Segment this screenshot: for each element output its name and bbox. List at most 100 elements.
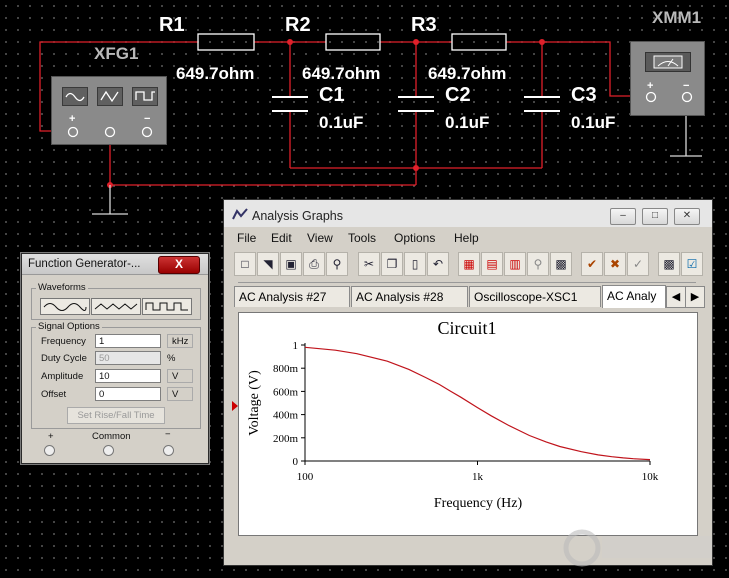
menu-bar: File Edit View Tools Options Help — [224, 228, 712, 248]
y-tick-label: 200m — [273, 433, 299, 445]
menu-edit[interactable]: Edit — [271, 231, 292, 245]
close-window-button[interactable]: ✕ — [674, 208, 700, 225]
undo-icon[interactable]: ↶ — [427, 252, 449, 276]
tab-scroll-right-icon[interactable]: ▶ — [685, 286, 705, 308]
frequency-input[interactable]: 1 — [95, 334, 161, 348]
export-excel-icon[interactable]: ☑ — [681, 252, 703, 276]
y-tick-label: 800m — [273, 363, 299, 375]
amplitude-unit-select[interactable]: V — [167, 369, 193, 383]
x-tick-label: 100 — [297, 471, 314, 483]
frequency-label: Frequency — [41, 336, 86, 347]
analysis-graphs-window[interactable]: Analysis Graphs – □ ✕ File Edit View Too… — [223, 199, 713, 566]
x-tick-label: 10k — [642, 471, 659, 483]
signal-options-label: Signal Options — [36, 321, 102, 332]
chart-axes: 0 200m 400m 600m 800m 1 100 1k 10k — [273, 340, 659, 483]
plus-terminal-connector[interactable] — [44, 445, 55, 456]
amplitude-input[interactable]: 10 — [95, 369, 161, 383]
grid-icon[interactable]: ▦ — [458, 252, 480, 276]
new-file-icon[interactable]: □ — [234, 252, 256, 276]
analysis-tabs: AC Analysis #27 AC Analysis #28 Oscillos… — [234, 285, 705, 308]
resistor-r3-value: 649.7ohm — [428, 64, 507, 83]
resistor-r3-label: R3 — [411, 14, 437, 36]
capacitor-symbols — [272, 96, 560, 112]
frequency-unit-select[interactable]: kHz — [167, 334, 193, 348]
triangle-wave-button[interactable] — [91, 298, 141, 315]
legend-icon[interactable]: ▤ — [481, 252, 503, 276]
maximize-button[interactable]: □ — [642, 208, 668, 225]
x-tick-label: 1k — [472, 471, 484, 483]
capacitor-c1-label: C1 — [319, 84, 345, 106]
resistor-r2-label: R2 — [285, 14, 311, 36]
set-rise-fall-time-button[interactable]: Set Rise/Fall Time — [67, 407, 165, 424]
open-folder-icon[interactable]: ◥ — [257, 252, 279, 276]
copy-icon[interactable]: ❐ — [381, 252, 403, 276]
triangle-wave-icon — [94, 303, 138, 310]
paste-icon[interactable]: ▯ — [404, 252, 426, 276]
minus-terminal-connector[interactable] — [163, 445, 174, 456]
resistor-r3-body — [451, 33, 507, 51]
tab-ac-analysis-28[interactable]: AC Analysis #28 — [351, 286, 468, 307]
reverse-colors-icon[interactable]: ▩ — [550, 252, 572, 276]
menu-options[interactable]: Options — [394, 231, 435, 245]
y-tick-label: 600m — [273, 386, 299, 398]
zoom-icon[interactable]: ⚲ — [527, 252, 549, 276]
terminal-minus-label: − — [165, 429, 171, 440]
square-wave-button[interactable] — [142, 298, 192, 315]
y-tick-label: 0 — [293, 456, 299, 468]
cursors-icon[interactable]: ▥ — [504, 252, 526, 276]
resistor-r1-value: 649.7ohm — [176, 64, 255, 83]
minimize-button[interactable]: – — [610, 208, 636, 225]
tab-ac-analysis-27[interactable]: AC Analysis #27 — [234, 286, 350, 307]
function-generator-title: Function Generator-... — [28, 258, 141, 270]
chart-title: Circuit1 — [438, 318, 497, 338]
menu-help[interactable]: Help — [454, 231, 479, 245]
tab-oscilloscope-xsc1[interactable]: Oscilloscope-XSC1 — [469, 286, 601, 307]
duty-cycle-input: 50 — [95, 351, 161, 365]
toolbar-divider — [238, 282, 696, 283]
offset-input[interactable]: 0 — [95, 387, 161, 401]
cut-icon[interactable]: ✂ — [358, 252, 380, 276]
multimeter-instrument[interactable]: + − — [630, 41, 705, 116]
export-icon[interactable]: ✓ — [627, 252, 649, 276]
duty-cycle-label: Duty Cycle — [41, 353, 87, 364]
generator-label: XFG1 — [94, 44, 139, 63]
tab-scroll-left-icon[interactable]: ◀ — [666, 286, 686, 308]
offset-unit-select[interactable]: V — [167, 387, 193, 401]
tab-ac-analysis-active[interactable]: AC Analy — [602, 285, 666, 308]
duty-cycle-unit: % — [167, 353, 176, 364]
watermark-logo — [558, 524, 718, 572]
resistor-r1-label: R1 — [159, 14, 185, 36]
active-trace-marker-icon — [232, 401, 238, 411]
analysis-graphs-titlebar[interactable]: Analysis Graphs – □ ✕ — [224, 200, 712, 227]
amplitude-label: Amplitude — [41, 371, 84, 382]
menu-file[interactable]: File — [237, 231, 256, 245]
resistor-symbols — [197, 33, 507, 51]
y-tick-label: 400m — [273, 410, 299, 422]
function-generator-window[interactable]: Function Generator-... X Waveforms Signa… — [21, 253, 209, 464]
chart-series — [304, 346, 651, 461]
print-preview-icon[interactable]: ⚲ — [326, 252, 348, 276]
restore-icon[interactable]: ✖ — [604, 252, 626, 276]
capacitor-c3-label: C3 — [571, 84, 597, 106]
square-wave-icon — [145, 302, 188, 311]
menu-tools[interactable]: Tools — [348, 231, 376, 245]
overlay-traces-icon[interactable]: ▩ — [658, 252, 680, 276]
resistor-r2-body — [325, 33, 381, 51]
sine-wave-button[interactable] — [40, 298, 90, 315]
graph-plot-area[interactable]: Circuit1 Frequency (Hz) Voltage (V) 0 200… — [238, 312, 698, 536]
function-generator-instrument[interactable]: + − — [51, 76, 167, 145]
save-icon[interactable]: ▣ — [280, 252, 302, 276]
multimeter-terminals — [645, 91, 693, 103]
menu-view[interactable]: View — [307, 231, 333, 245]
analysis-graphs-title: Analysis Graphs — [252, 209, 344, 223]
resistor-r1-body — [197, 33, 255, 51]
function-generator-titlebar[interactable]: Function Generator-... X — [22, 254, 208, 275]
capacitor-c2-value: 0.1uF — [445, 113, 490, 132]
common-terminal-connector[interactable] — [103, 445, 114, 456]
capacitor-c2-label: C2 — [445, 84, 471, 106]
y-tick-label: 1 — [293, 340, 299, 352]
close-button[interactable]: X — [158, 256, 200, 274]
waveforms-group-label: Waveforms — [36, 282, 88, 293]
print-icon[interactable]: ⎙ — [303, 252, 325, 276]
properties-icon[interactable]: ✔ — [581, 252, 603, 276]
